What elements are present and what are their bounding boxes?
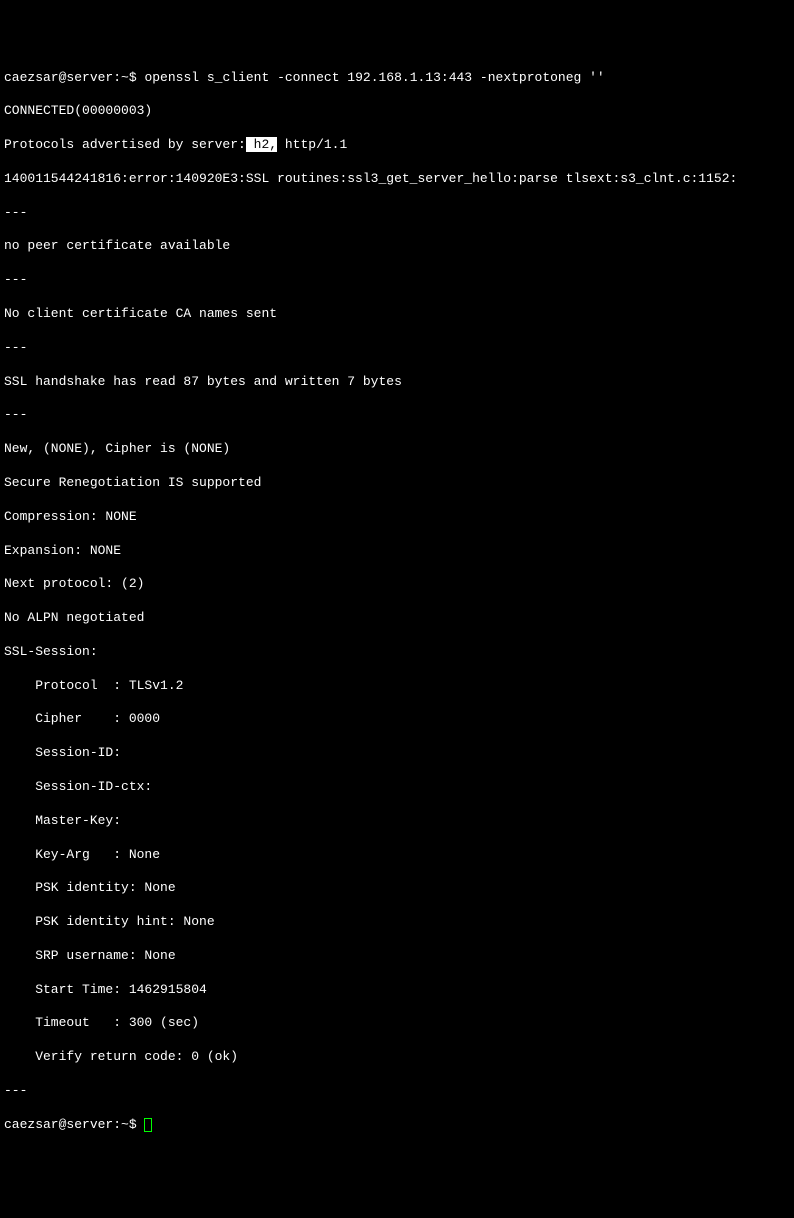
prompt-sep: : bbox=[113, 1117, 121, 1132]
output-masterkey: Master-Key: bbox=[4, 813, 790, 830]
prompt-symbol: $ bbox=[129, 1117, 145, 1132]
output-sslsession: SSL-Session: bbox=[4, 644, 790, 661]
output-dash: --- bbox=[4, 340, 790, 357]
proto-prefix: Protocols advertised by server: bbox=[4, 137, 246, 152]
prompt-symbol: $ bbox=[129, 70, 137, 85]
output-handshake: SSL handshake has read 87 bytes and writ… bbox=[4, 374, 790, 391]
output-pskid: PSK identity: None bbox=[4, 880, 790, 897]
output-protocol: Protocol : TLSv1.2 bbox=[4, 678, 790, 695]
output-timeout: Timeout : 300 (sec) bbox=[4, 1015, 790, 1032]
output-keyarg: Key-Arg : None bbox=[4, 847, 790, 864]
output-pskhint: PSK identity hint: None bbox=[4, 914, 790, 931]
output-sessionid: Session-ID: bbox=[4, 745, 790, 762]
prompt-user: caezsar@server bbox=[4, 70, 113, 85]
proto-suffix: http/1.1 bbox=[277, 137, 347, 152]
output-noalpn: No ALPN negotiated bbox=[4, 610, 790, 627]
output-starttime: Start Time: 1462915804 bbox=[4, 982, 790, 999]
command-line-1: caezsar@server:~$ openssl s_client -conn… bbox=[4, 70, 790, 87]
output-protocols: Protocols advertised by server: h2, http… bbox=[4, 137, 790, 154]
prompt-path: ~ bbox=[121, 1117, 129, 1132]
output-nopeer: no peer certificate available bbox=[4, 238, 790, 255]
output-dash: --- bbox=[4, 1083, 790, 1100]
output-error: 140011544241816:error:140920E3:SSL routi… bbox=[4, 171, 790, 188]
output-noclient: No client certificate CA names sent bbox=[4, 306, 790, 323]
output-dash: --- bbox=[4, 407, 790, 424]
command-line-2[interactable]: caezsar@server:~$ bbox=[4, 1117, 790, 1134]
output-compression: Compression: NONE bbox=[4, 509, 790, 526]
output-dash: --- bbox=[4, 272, 790, 289]
output-sessionidctx: Session-ID-ctx: bbox=[4, 779, 790, 796]
output-srp: SRP username: None bbox=[4, 948, 790, 965]
output-cipher: Cipher : 0000 bbox=[4, 711, 790, 728]
output-expansion: Expansion: NONE bbox=[4, 543, 790, 560]
output-dash: --- bbox=[4, 205, 790, 222]
prompt-sep: : bbox=[113, 70, 121, 85]
prompt-user: caezsar@server bbox=[4, 1117, 113, 1132]
cursor-icon bbox=[144, 1118, 152, 1132]
prompt-path: ~ bbox=[121, 70, 129, 85]
output-newcipher: New, (NONE), Cipher is (NONE) bbox=[4, 441, 790, 458]
output-secure: Secure Renegotiation IS supported bbox=[4, 475, 790, 492]
command-text: openssl s_client -connect 192.168.1.13:4… bbox=[137, 70, 605, 85]
output-connected: CONNECTED(00000003) bbox=[4, 103, 790, 120]
output-nextproto: Next protocol: (2) bbox=[4, 576, 790, 593]
output-verify: Verify return code: 0 (ok) bbox=[4, 1049, 790, 1066]
proto-highlight: h2, bbox=[246, 137, 277, 152]
